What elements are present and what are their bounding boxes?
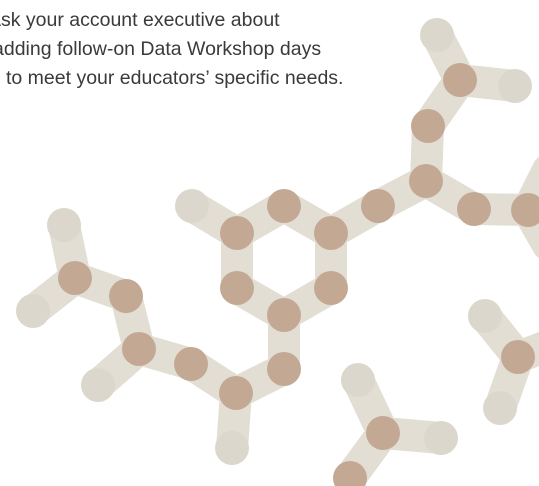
molecule-network-illustration — [16, 18, 539, 486]
molecule-atoms — [58, 63, 539, 486]
illustration-canvas: Ask your account executive about adding … — [0, 0, 539, 486]
molecule-bonds — [17, 19, 539, 486]
